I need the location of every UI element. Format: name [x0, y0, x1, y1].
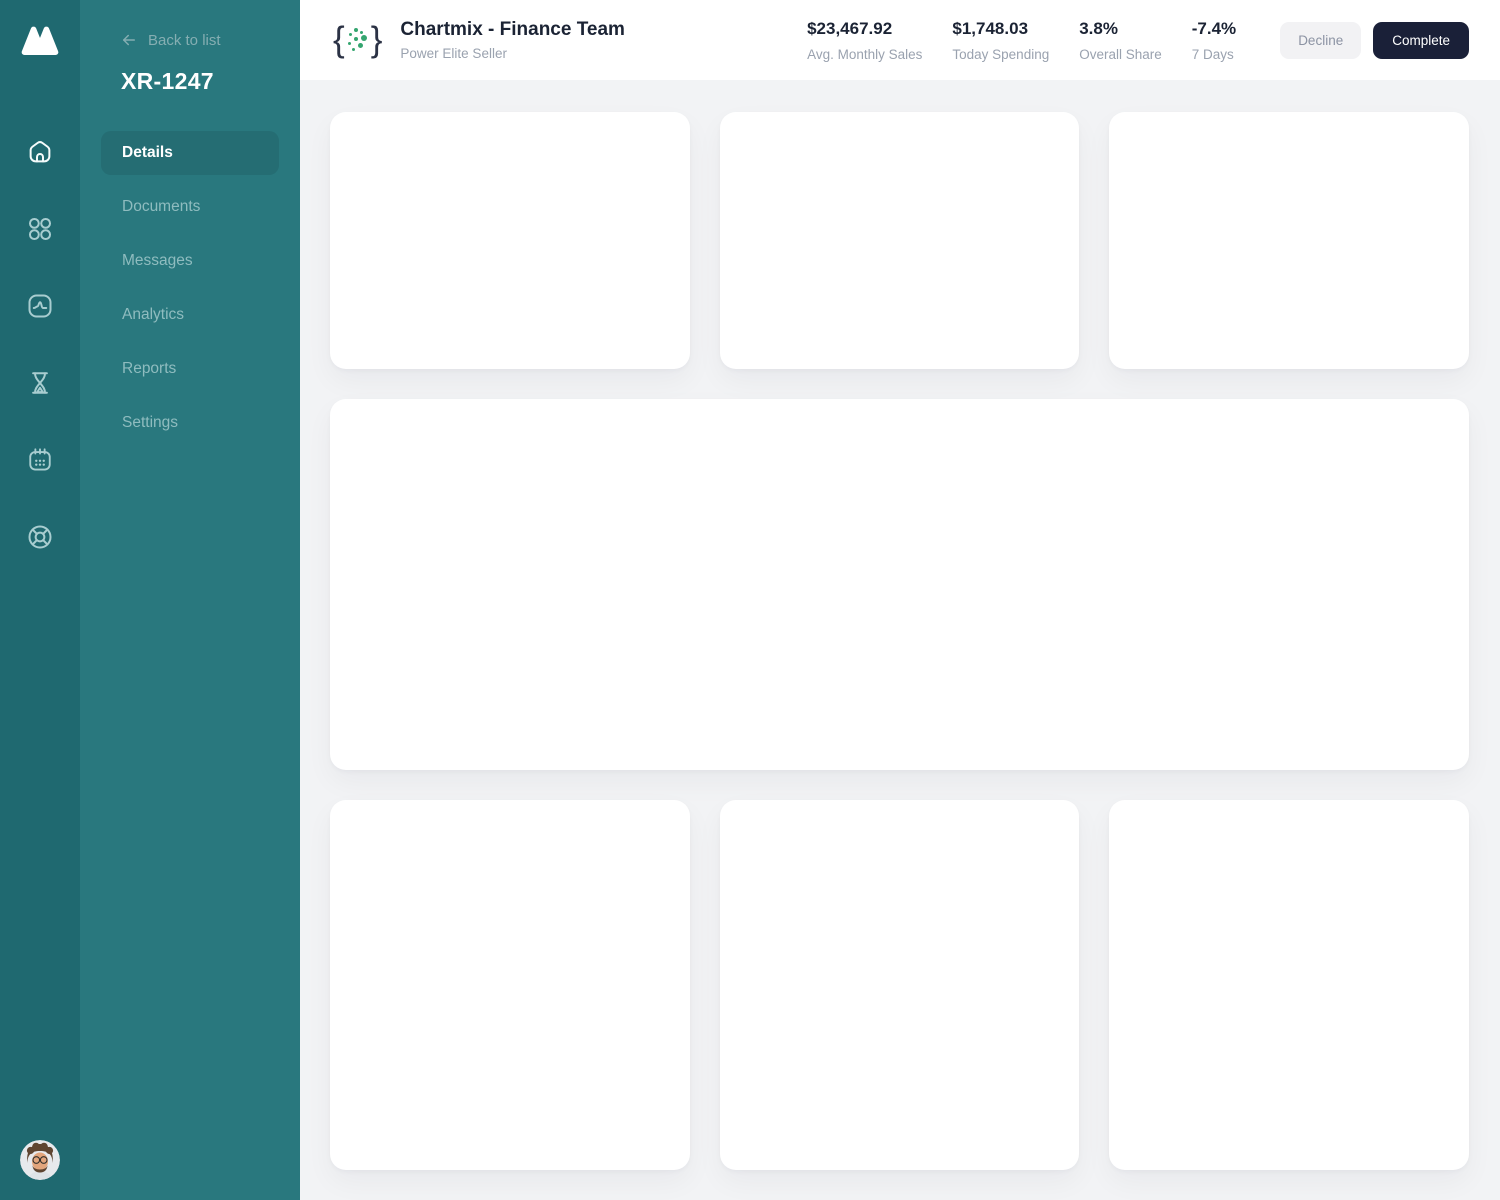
decline-button[interactable]: Decline: [1280, 21, 1362, 59]
page-title: Chartmix - Finance Team: [400, 19, 625, 40]
page-header: { } Chartmix - Finance Team Power Elite …: [300, 0, 1500, 80]
stat-label: Overall Share: [1079, 46, 1162, 62]
stat-label: 7 Days: [1191, 46, 1234, 62]
rail-nav: [0, 136, 80, 553]
activity-icon[interactable]: [24, 290, 56, 322]
stat-label: Today Spending: [952, 46, 1050, 62]
sidebar-item-settings[interactable]: Settings: [101, 401, 279, 445]
header-stats: $23,467.92 Avg. Monthly Sales $1,748.03 …: [807, 19, 1236, 62]
stat-value: -7.4%: [1191, 18, 1237, 38]
sidebar-panel: Back to list XR-1247 Details Documents M…: [80, 0, 300, 1200]
sidebar-item-messages[interactable]: Messages: [101, 239, 279, 283]
hourglass-icon[interactable]: [24, 367, 56, 399]
mountain-logo-icon: [21, 26, 59, 55]
sidebar-item-documents[interactable]: Documents: [101, 185, 279, 229]
complete-button[interactable]: Complete: [1373, 21, 1469, 59]
logo-dots: [346, 23, 370, 57]
stat-value: 3.8%: [1079, 18, 1118, 38]
calendar-icon[interactable]: [24, 444, 56, 476]
sidebar-item-label: Messages: [122, 252, 193, 269]
stat-value: $23,467.92: [807, 18, 893, 38]
team-logo-icon: { }: [333, 18, 382, 62]
stat-overall-share: 3.8% Overall Share: [1079, 19, 1162, 62]
stat-7-days: -7.4% 7 Days: [1192, 19, 1236, 62]
summary-card-3: [1109, 112, 1469, 369]
main-content: [300, 80, 1500, 1200]
sidebar-item-analytics[interactable]: Analytics: [101, 293, 279, 337]
user-avatar[interactable]: [20, 1140, 60, 1180]
lifebuoy-icon[interactable]: [24, 521, 56, 553]
case-id-title: XR-1247: [121, 68, 214, 94]
detail-card-2: [719, 800, 1080, 1170]
stat-avg-monthly-sales: $23,467.92 Avg. Monthly Sales: [807, 19, 922, 62]
sidebar-item-label: Documents: [122, 198, 201, 215]
brace-right: }: [370, 20, 383, 59]
sidebar-item-label: Analytics: [122, 306, 185, 323]
arrow-left-icon: [123, 34, 135, 46]
sidebar-item-details[interactable]: Details: [101, 131, 279, 175]
avatar-image: [20, 1140, 60, 1180]
brace-left: {: [333, 20, 345, 59]
sidebar-nav: Details Documents Messages Analytics Rep…: [101, 131, 279, 445]
stat-value: $1,748.03: [952, 18, 1029, 38]
summary-card-1: [330, 112, 690, 369]
page-subtitle: Power Elite Seller: [400, 46, 507, 61]
detail-card-1: [330, 800, 690, 1170]
wide-chart-card: [330, 399, 1469, 770]
back-to-list-label: Back to list: [148, 31, 221, 49]
home-icon[interactable]: [24, 136, 56, 168]
header-actions: Decline Complete: [1280, 21, 1469, 59]
stat-label: Avg. Monthly Sales: [807, 46, 923, 62]
grid-icon[interactable]: [24, 213, 56, 245]
summary-card-2: [719, 112, 1080, 369]
detail-card-3: [1109, 800, 1469, 1170]
sidebar-item-label: Reports: [122, 360, 177, 377]
icon-rail: [0, 0, 80, 1200]
back-to-list-link[interactable]: Back to list: [120, 31, 221, 49]
stat-today-spending: $1,748.03 Today Spending: [952, 19, 1049, 62]
header-titles: Chartmix - Finance Team Power Elite Sell…: [400, 19, 625, 61]
sidebar-item-label: Settings: [122, 414, 179, 431]
app-logo[interactable]: [18, 22, 62, 62]
card-grid: [330, 112, 1469, 1170]
sidebar-item-label: Details: [122, 144, 173, 161]
sidebar-item-reports[interactable]: Reports: [101, 347, 279, 391]
